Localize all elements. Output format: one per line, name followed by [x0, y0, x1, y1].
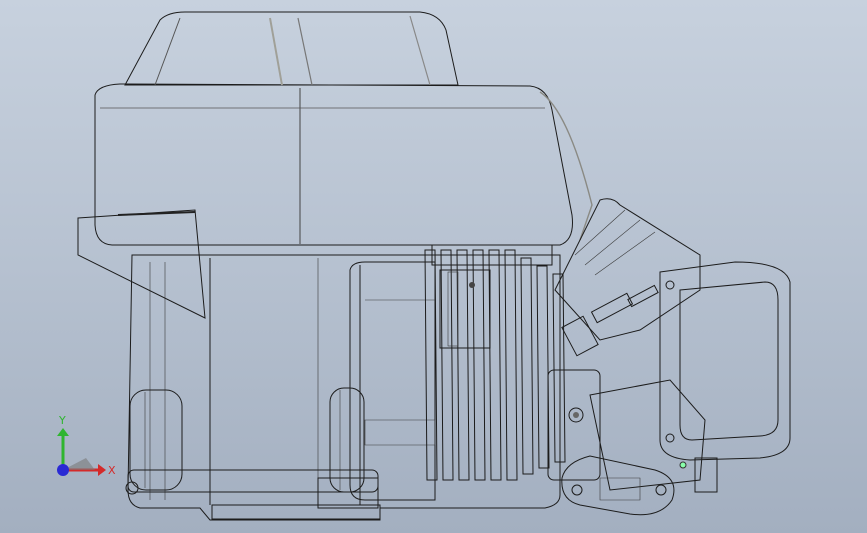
- cylinder-head[interactable]: [547, 198, 706, 491]
- blower-housing[interactable]: [94, 83, 593, 246]
- cooling-fin: [456, 249, 470, 481]
- coordinate-triad: X Y: [57, 414, 116, 477]
- cooling-fin: [520, 257, 534, 475]
- valve-cover[interactable]: [659, 261, 791, 469]
- cad-viewport[interactable]: X Y: [0, 0, 867, 533]
- triad-x-label: X: [108, 464, 116, 477]
- mount-bracket: [694, 457, 718, 493]
- triad-y-arrow-icon: [57, 428, 69, 436]
- triad-y-label: Y: [58, 414, 66, 427]
- deflector-plate: [77, 209, 206, 319]
- cooling-fin: [440, 249, 454, 481]
- triad-x-arrow-icon: [98, 464, 106, 476]
- cooling-fin: [488, 249, 502, 481]
- engine-model-view[interactable]: X Y: [0, 0, 867, 533]
- cylinder-fins[interactable]: [424, 244, 566, 481]
- exhaust-flange[interactable]: [561, 455, 675, 516]
- cooling-fin: [536, 265, 550, 469]
- spark-plug[interactable]: [561, 284, 659, 357]
- cooling-fin: [504, 249, 518, 481]
- recoil-starter-cap[interactable]: [124, 11, 459, 86]
- cooling-fin: [552, 273, 566, 463]
- triad-z-axis-dot: [57, 464, 69, 476]
